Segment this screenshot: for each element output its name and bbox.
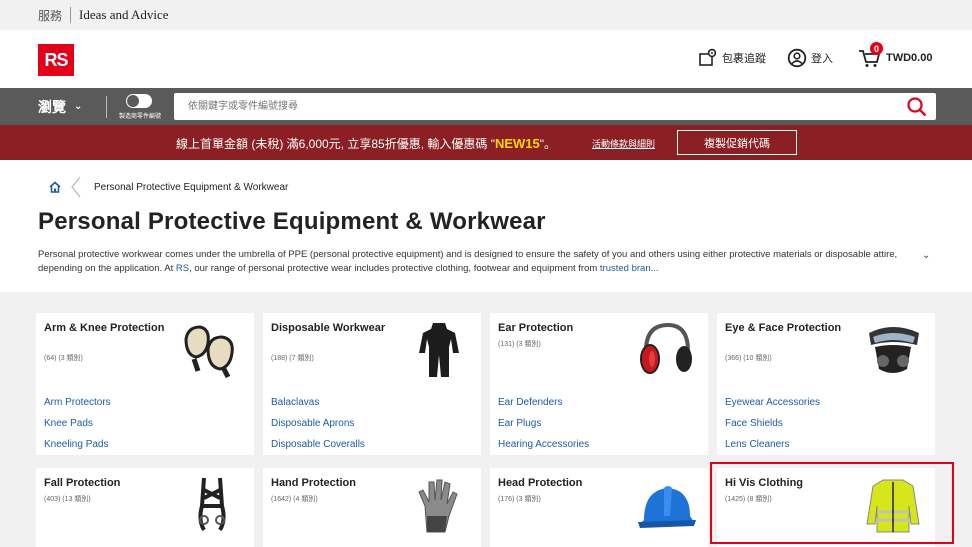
- promo-terms-link[interactable]: 活動條款與細則: [592, 137, 655, 150]
- toggle-knob: [127, 95, 139, 107]
- promo-text-start: 線上首單金額 (未稅) 滿6,000元, 立享85折優惠, 輸入優惠碼 ": [176, 137, 495, 151]
- site-header: RS 包裹追蹤 登入 0 TWD0.00: [0, 30, 972, 88]
- face-shield-image: [869, 327, 919, 373]
- category-card-fall-protection[interactable]: Fall Protection (403) (13 類別): [36, 468, 254, 547]
- subcategory-link[interactable]: Hearing Accessories: [498, 439, 589, 460]
- category-title[interactable]: Disposable Workwear: [271, 321, 411, 335]
- toggle-switch[interactable]: [126, 94, 152, 108]
- category-card-head-protection[interactable]: Head Protection (176) (3 類別): [490, 468, 708, 547]
- divider: [70, 7, 72, 23]
- chevron-left-icon: [71, 176, 81, 198]
- navigation-bar: 瀏覽 ⌄ 製造商零件編號: [0, 88, 972, 125]
- category-title[interactable]: Ear Protection: [498, 321, 638, 335]
- subcategory-link[interactable]: Face Shields: [725, 418, 820, 439]
- rs-link[interactable]: RS: [176, 263, 189, 274]
- browse-label: 瀏覽: [38, 98, 66, 115]
- search-box: [174, 93, 936, 120]
- parcel-tracking-label: 包裹追蹤: [722, 53, 766, 65]
- login-button[interactable]: 登入: [787, 48, 833, 68]
- divider: [106, 96, 107, 118]
- expand-description-icon[interactable]: ⌄: [922, 250, 930, 261]
- category-title[interactable]: Fall Protection: [44, 476, 184, 490]
- category-title[interactable]: Hand Protection: [271, 476, 411, 490]
- browse-menu-button[interactable]: 瀏覽 ⌄: [38, 88, 82, 125]
- cart-button[interactable]: 0 TWD0.00: [858, 42, 933, 68]
- toggle-label: 製造商零件編號: [118, 114, 161, 120]
- category-card-disposable-workwear[interactable]: Disposable Workwear (188) (7 類別) Balacla…: [263, 313, 481, 455]
- copy-promo-code-button[interactable]: 複製促銷代碼: [677, 130, 797, 155]
- hard-hat-image: [638, 486, 696, 528]
- category-count: (1642) (4 類別): [271, 496, 318, 503]
- promo-code: NEW15: [494, 136, 540, 151]
- category-count: (64) (3 類別): [44, 355, 83, 362]
- subcategory-link[interactable]: Kneeling Pads: [44, 439, 111, 460]
- category-links: Balaclavas Disposable Aprons Disposable …: [271, 397, 365, 460]
- subcategory-link[interactable]: Disposable Aprons: [271, 418, 365, 439]
- cart-total: TWD0.00: [886, 52, 933, 64]
- promo-text-end: "。: [539, 137, 557, 151]
- page-title: Personal Protective Equipment & Workwear: [38, 208, 546, 235]
- subcategory-link[interactable]: Arm Protectors: [44, 397, 111, 418]
- ear-defenders-image: [640, 322, 692, 374]
- category-links: Eyewear Accessories Face Shields Lens Cl…: [725, 397, 820, 460]
- promo-text: 線上首單金額 (未稅) 滿6,000元, 立享85折優惠, 輸入優惠碼 "NEW…: [176, 135, 556, 152]
- category-links: Ear Defenders Ear Plugs Hearing Accessor…: [498, 397, 589, 460]
- coverall-image: [419, 323, 459, 377]
- rs-logo[interactable]: RS: [38, 44, 74, 76]
- breadcrumb: Personal Protective Equipment & Workwear: [48, 176, 288, 198]
- trusted-brands-link[interactable]: trusted bran...: [600, 263, 659, 274]
- breadcrumb-current: Personal Protective Equipment & Workwear: [94, 181, 289, 193]
- parcel-tracking-button[interactable]: 包裹追蹤: [698, 48, 766, 68]
- category-count: (131) (3 類別): [498, 341, 541, 348]
- service-link[interactable]: 服務: [38, 7, 62, 24]
- category-card-ear-protection[interactable]: Ear Protection (131) (3 類別) Ear Defender…: [490, 313, 708, 455]
- category-card-eye-face[interactable]: Eye & Face Protection (366) (10 類別) Eyew…: [717, 313, 935, 455]
- subcategory-link[interactable]: Ear Defenders: [498, 397, 589, 418]
- cart-count-badge: 0: [870, 42, 883, 55]
- highlight-box: [710, 462, 954, 544]
- glove-image: [418, 479, 458, 533]
- chevron-down-icon: ⌄: [74, 101, 83, 112]
- category-title[interactable]: Arm & Knee Protection: [44, 321, 184, 335]
- category-card-hand-protection[interactable]: Hand Protection (1642) (4 類別): [263, 468, 481, 547]
- login-label: 登入: [811, 53, 833, 65]
- category-card-arm-knee[interactable]: Arm & Knee Protection (64) (3 類別) Arm Pr…: [36, 313, 254, 455]
- category-description: Personal protective workwear comes under…: [38, 248, 908, 276]
- search-input[interactable]: [174, 93, 894, 120]
- user-icon: [787, 48, 807, 68]
- category-title[interactable]: Head Protection: [498, 476, 638, 490]
- parcel-tracking-icon: [699, 48, 717, 66]
- category-count: (176) (3 類別): [498, 496, 541, 503]
- subcategory-link[interactable]: Disposable Coveralls: [271, 439, 365, 460]
- category-links: Arm Protectors Knee Pads Kneeling Pads: [44, 397, 111, 460]
- home-icon[interactable]: [48, 180, 62, 194]
- knee-pads-image: [184, 325, 234, 379]
- subcategory-link[interactable]: Lens Cleaners: [725, 439, 820, 460]
- ideas-advice-link[interactable]: Ideas and Advice: [79, 7, 169, 23]
- category-title[interactable]: Eye & Face Protection: [725, 321, 865, 335]
- top-utility-bar: 服務 Ideas and Advice: [0, 0, 972, 30]
- subcategory-link[interactable]: Eyewear Accessories: [725, 397, 820, 418]
- mpn-search-toggle[interactable]: 製造商零件編號: [118, 92, 162, 122]
- search-icon[interactable]: [906, 96, 928, 118]
- category-count: (188) (7 類別): [271, 355, 314, 362]
- subcategory-link[interactable]: Balaclavas: [271, 397, 365, 418]
- subcategory-link[interactable]: Ear Plugs: [498, 418, 589, 439]
- category-count: (366) (10 類別): [725, 355, 772, 362]
- subcategory-link[interactable]: Knee Pads: [44, 418, 111, 439]
- promo-banner: 線上首單金額 (未稅) 滿6,000元, 立享85折優惠, 輸入優惠碼 "NEW…: [0, 125, 972, 160]
- harness-image: [198, 477, 226, 532]
- category-count: (403) (13 類別): [44, 496, 91, 503]
- description-text: , our range of personal protective wear …: [189, 263, 600, 274]
